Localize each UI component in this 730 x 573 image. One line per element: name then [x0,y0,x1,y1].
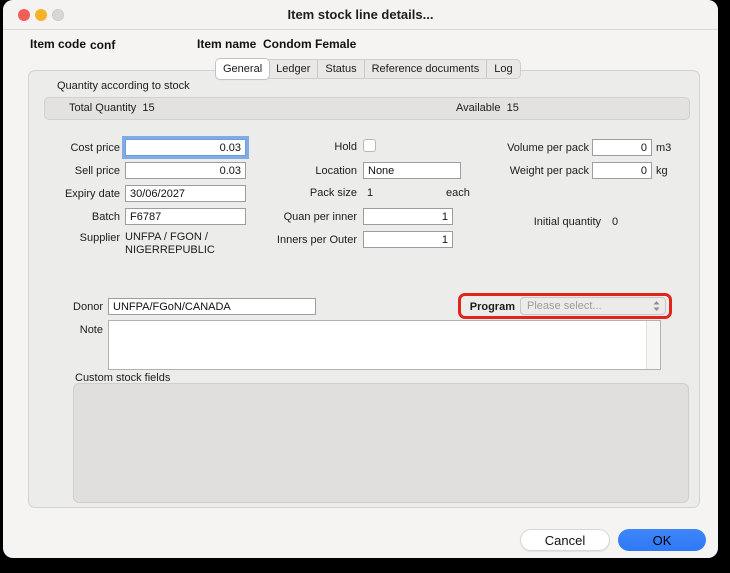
tab-general[interactable]: General [216,59,269,79]
batch-input[interactable] [125,208,246,225]
item-code-label: Item code [30,37,86,51]
inners-per-outer-label: Inners per Outer [247,234,357,246]
pack-size-unit: each [446,187,470,199]
tab-ledger[interactable]: Ledger [268,60,317,78]
pack-size-label: Pack size [247,187,357,199]
tab-log[interactable]: Log [486,60,519,78]
titlebar: Item stock line details... [3,0,718,30]
available-label: Available 15 [456,102,519,114]
note-label: Note [43,324,103,336]
cancel-button[interactable]: Cancel [520,529,610,551]
item-stock-line-details-dialog: Item stock line details... Item code con… [3,0,718,558]
weight-per-pack-input[interactable] [592,162,652,179]
quan-per-inner-input[interactable] [363,208,453,225]
program-select-placeholder: Please select... [527,300,652,312]
tab-bar: General Ledger Status Reference document… [216,59,521,79]
sell-price-input[interactable] [125,162,246,179]
volume-unit: m3 [656,142,671,154]
total-quantity-value: 15 [142,102,154,114]
note-textarea[interactable] [108,320,661,370]
donor-label: Donor [43,301,103,313]
volume-per-pack-label: Volume per pack [481,142,589,154]
volume-per-pack-input[interactable] [592,139,652,156]
total-quantity-label-text: Total Quantity [69,102,136,114]
supplier-label: Supplier [25,232,120,244]
expiry-date-input[interactable] [125,185,246,202]
window-title: Item stock line details... [3,0,718,30]
program-label: Program [465,301,515,313]
initial-quantity-value: 0 [612,216,618,228]
item-name-label: Item name [197,37,256,51]
hold-label: Hold [247,141,357,153]
pack-size-value: 1 [367,187,373,199]
donor-input[interactable] [108,298,316,315]
initial-quantity-label: Initial quantity [491,216,601,228]
location-input[interactable] [363,162,461,179]
batch-label: Batch [25,211,120,223]
select-stepper-icon [652,300,661,312]
quan-per-inner-label: Quan per inner [247,211,357,223]
available-label-text: Available [456,102,500,114]
tab-status[interactable]: Status [317,60,363,78]
sell-price-label: Sell price [25,165,120,177]
quantity-section-label: Quantity according to stock [57,80,190,92]
item-name-value: Condom Female [263,37,356,51]
cost-price-input[interactable] [125,139,246,156]
cost-price-label: Cost price [25,142,120,154]
item-code-value: conf [90,38,115,52]
tab-reference-documents[interactable]: Reference documents [364,60,487,78]
location-label: Location [247,165,357,177]
inners-per-outer-input[interactable] [363,231,453,248]
custom-stock-fields-panel [73,383,689,503]
weight-unit: kg [656,165,668,177]
ok-button[interactable]: OK [618,529,706,551]
hold-checkbox[interactable] [363,139,376,152]
total-quantity-label: Total Quantity 15 [69,102,155,114]
weight-per-pack-label: Weight per pack [481,165,589,177]
available-value: 15 [507,102,519,114]
program-select[interactable]: Please select... [520,297,666,315]
expiry-date-label: Expiry date [25,188,120,200]
